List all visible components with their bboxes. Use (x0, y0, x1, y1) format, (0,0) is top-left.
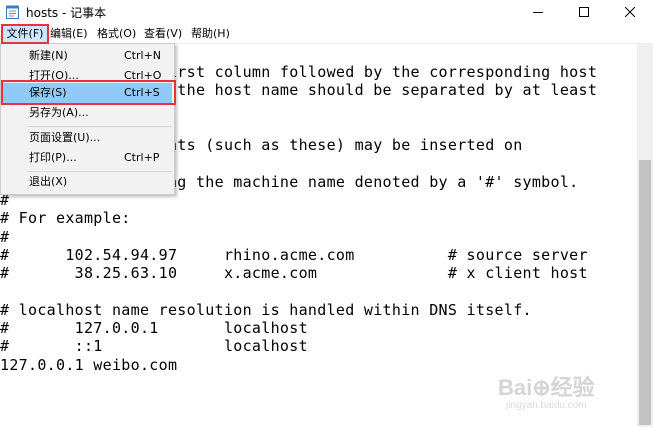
notepad-icon (6, 5, 19, 19)
watermark-url: jingyan.baidu.com (506, 400, 587, 411)
menu-bar: 文件(F) 编辑(E) 格式(O) 查看(V) 帮助(H) (0, 24, 653, 44)
close-icon (625, 7, 635, 17)
menu-separator (27, 126, 172, 127)
menu-item-shortcut: Ctrl+P (124, 151, 160, 164)
vertical-scrollbar[interactable] (637, 44, 653, 427)
window-title: hosts - 记事本 (26, 6, 107, 20)
menu-item-label: 页面设置(U)... (29, 131, 101, 144)
menu-item-save[interactable]: 保存(S) Ctrl+S (3, 83, 172, 103)
menu-item-label: 打印(P)... (29, 151, 77, 164)
menu-item-shortcut: Ctrl+S (124, 86, 160, 99)
menu-item-save-as[interactable]: 另存为(A)... (3, 103, 172, 123)
menu-help[interactable]: 帮助(H) (191, 24, 230, 43)
editor-line: # For example: (0, 209, 131, 228)
menu-item-label: 新建(N) (29, 49, 68, 62)
menu-item-label: 保存(S) (29, 86, 67, 99)
menu-edit[interactable]: 编辑(E) (50, 24, 88, 43)
watermark-logo-text: Bai⊕经验 (498, 375, 595, 400)
editor-line: # 127.0.0.1 localhost (0, 319, 308, 338)
editor-line: 127.0.0.1 weibo.com (0, 355, 178, 374)
maximize-icon (579, 7, 589, 17)
minimize-button[interactable] (515, 0, 561, 24)
editor-line: # 102.54.94.97 rhino.acme.com # source s… (0, 245, 588, 264)
menu-item-shortcut: Ctrl+N (124, 49, 162, 62)
file-menu-dropdown: 新建(N) Ctrl+N 打开(O)... Ctrl+O 保存(S) Ctrl+… (0, 43, 175, 195)
baidu-watermark: Bai⊕经验 jingyan.baidu.com (498, 370, 618, 415)
scrollbar-thumb[interactable] (639, 160, 651, 425)
editor-line: # 38.25.63.10 x.acme.com # x client host (0, 264, 588, 283)
menu-item-exit[interactable]: 退出(X) (3, 172, 172, 192)
title-bar: hosts - 记事本 (0, 0, 653, 24)
menu-item-label: 退出(X) (29, 175, 68, 188)
editor-line: # localhost name resolution is handled w… (0, 300, 532, 319)
maximize-button[interactable] (561, 0, 607, 24)
menu-file-label: 文件(F) (6, 27, 44, 40)
menu-view[interactable]: 查看(V) (144, 24, 182, 43)
menu-item-label: 另存为(A)... (29, 106, 89, 119)
minimize-icon (533, 12, 543, 13)
close-button[interactable] (607, 0, 653, 24)
editor-line: # (0, 227, 10, 246)
editor-line: # ::1 localhost (0, 337, 308, 356)
menu-item-print[interactable]: 打印(P)... Ctrl+P (3, 148, 172, 168)
menu-format[interactable]: 格式(O) (97, 24, 136, 43)
menu-item-new[interactable]: 新建(N) Ctrl+N (3, 46, 172, 66)
menu-file[interactable]: 文件(F) (2, 24, 48, 43)
menu-item-page-setup[interactable]: 页面设置(U)... (3, 128, 172, 148)
